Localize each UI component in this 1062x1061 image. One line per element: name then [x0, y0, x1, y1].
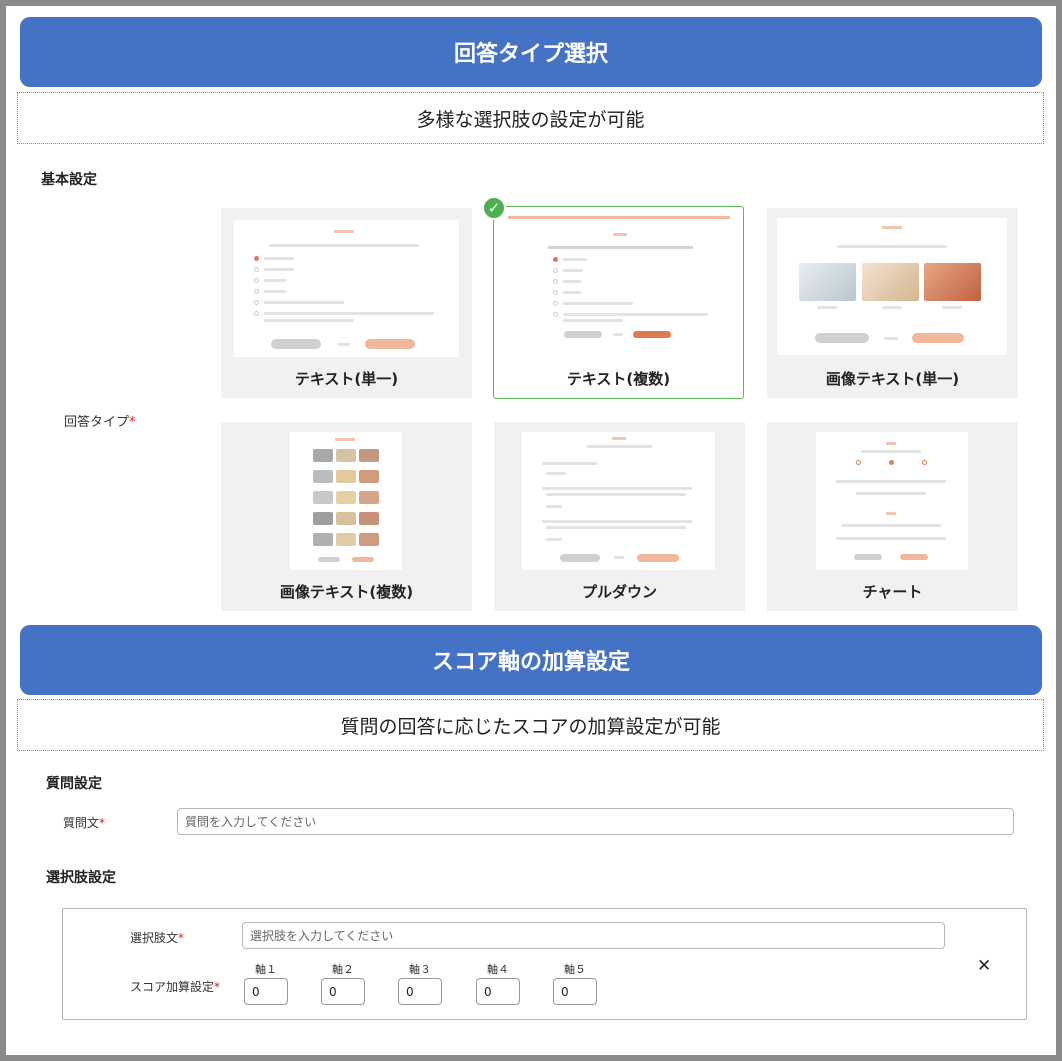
axis-input-5[interactable]: 0: [553, 978, 597, 1005]
card-caption: 画像テキスト(複数): [279, 583, 414, 601]
axis-label-5: 軸５: [564, 963, 586, 976]
option-settings-panel: 選択肢文* 選択肢を入力してください スコア加算設定* 軸１ 0 軸２ 0 軸３…: [62, 908, 1027, 1020]
answer-type-card-image-text-multiple[interactable]: 画像テキスト(複数): [221, 422, 472, 611]
card-thumbnail: [234, 220, 459, 357]
answer-type-banner: 回答タイプ選択: [20, 17, 1042, 87]
answer-type-label-text: 回答タイプ: [64, 415, 130, 430]
answer-type-card-image-text-single[interactable]: 画像テキスト(単一): [767, 208, 1018, 398]
axis-label-3: 軸３: [409, 963, 431, 976]
axis-label-2: 軸２: [332, 963, 354, 976]
answer-type-label: 回答タイプ*: [64, 411, 136, 430]
answer-type-card-chart[interactable]: チャート: [767, 422, 1018, 611]
answer-type-title: 回答タイプ選択: [453, 42, 608, 67]
axis-input-1[interactable]: 0: [244, 978, 288, 1005]
score-settings-label-text: スコア加算設定: [130, 980, 215, 994]
option-text-label: 選択肢文*: [130, 929, 184, 946]
required-mark: *: [99, 816, 106, 830]
basic-settings-heading: 基本設定: [41, 172, 97, 188]
score-settings-label: スコア加算設定*: [130, 978, 220, 995]
axis-input-3[interactable]: 0: [398, 978, 442, 1005]
axis-input-2[interactable]: 0: [321, 978, 365, 1005]
answer-type-subtitle: 多様な選択肢の設定が可能: [17, 92, 1044, 144]
option-input[interactable]: 選択肢を入力してください: [242, 922, 945, 949]
question-input-placeholder: 質問を入力してください: [185, 815, 317, 829]
required-mark: *: [178, 931, 185, 945]
card-caption: プルダウン: [581, 583, 657, 601]
score-axis-title: スコア軸の加算設定: [431, 650, 630, 675]
card-thumbnail: [777, 218, 1007, 355]
answer-type-subtitle-text: 多様な選択肢の設定が可能: [416, 108, 645, 131]
card-thumbnail: [290, 432, 402, 570]
required-mark: *: [214, 980, 221, 994]
required-mark: *: [129, 415, 136, 430]
question-input[interactable]: 質問を入力してください: [177, 808, 1014, 835]
close-icon[interactable]: ✕: [977, 956, 991, 976]
score-axis-subtitle-text: 質問の回答に応じたスコアの加算設定が可能: [340, 715, 721, 738]
axis-label-1: 軸１: [255, 963, 277, 976]
card-caption: チャート: [862, 583, 923, 601]
option-text-label-text: 選択肢文: [130, 931, 179, 945]
axis-label-4: 軸４: [487, 963, 509, 976]
card-caption: 画像テキスト(単一): [825, 370, 960, 388]
card-caption: テキスト(単一): [294, 370, 399, 388]
page-frame: 回答タイプ選択 多様な選択肢の設定が可能 基本設定 回答タイプ* テキスト(単一…: [6, 6, 1056, 1055]
answer-type-card-pulldown[interactable]: プルダウン: [494, 422, 745, 611]
card-thumbnail: [522, 432, 715, 570]
score-axis-banner: スコア軸の加算設定: [20, 625, 1042, 695]
question-text-label-text: 質問文: [63, 816, 100, 830]
answer-type-card-text-single[interactable]: テキスト(単一): [221, 208, 472, 398]
question-settings-heading: 質問設定: [46, 776, 102, 792]
axis-input-4[interactable]: 0: [476, 978, 520, 1005]
answer-type-card-text-multiple[interactable]: テキスト(複数): [493, 206, 744, 399]
option-input-placeholder: 選択肢を入力してください: [250, 929, 394, 943]
check-icon: ✓: [482, 196, 506, 220]
card-caption: テキスト(複数): [566, 370, 671, 388]
question-text-label: 質問文*: [63, 814, 105, 831]
score-axis-subtitle: 質問の回答に応じたスコアの加算設定が可能: [17, 699, 1044, 751]
card-thumbnail: [508, 216, 730, 356]
card-thumbnail: [816, 432, 968, 570]
option-settings-heading: 選択肢設定: [46, 870, 116, 886]
